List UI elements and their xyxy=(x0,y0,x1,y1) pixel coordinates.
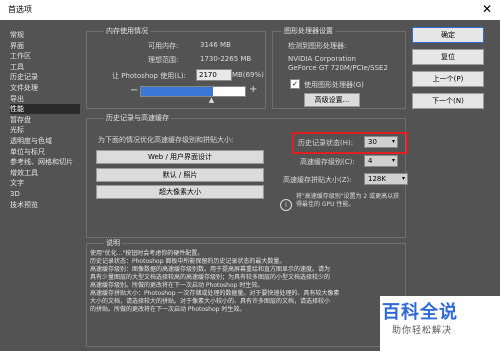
description-line: 的拼贴。所做的更改将在下一次启动 Photoshop 时生效。 xyxy=(90,306,246,313)
memory-use-input[interactable]: 2170 xyxy=(196,69,232,81)
cache-levels-value: 4 xyxy=(368,157,373,165)
preset-web-ui-button[interactable]: Web / 用户界面设计 xyxy=(96,150,264,164)
description-line: 高速缓存级别。所做的更改将在下一次启动 Photoshop 时生效。 xyxy=(90,282,264,289)
cache-levels-label: 高速缓存级别(C): xyxy=(300,158,355,166)
preset-huge-pixel-button[interactable]: 超大像素大小 xyxy=(96,185,264,199)
description-line: 大小的文档，请选择较大的拼贴。对于像素大小较小的、具有许多图层的文档，请选择较小 xyxy=(90,298,331,305)
chevron-down-icon: ▾ xyxy=(401,175,405,182)
sidebar: 常规 界面 工作区 工具 历史记录 文件处理 导出 性能 暂存盘 光标 透明度与色域 单位与标尺 参考线… xyxy=(0,20,82,351)
preset-default-photo-button[interactable]: 默认 / 照片 xyxy=(96,168,264,182)
sidebar-item[interactable]: 工作区 xyxy=(10,51,80,61)
gpu-vendor: NVIDIA Corporation xyxy=(288,55,356,63)
sidebar-item[interactable]: 3D xyxy=(10,189,80,199)
sidebar-item[interactable]: 性能 xyxy=(10,104,80,115)
watermark-title: 百科全说 xyxy=(382,302,458,323)
minus-icon[interactable]: − xyxy=(130,85,138,96)
sidebar-item[interactable]: 参考线、网格和切片 xyxy=(10,157,80,167)
sidebar-item[interactable]: 工具 xyxy=(10,62,80,72)
optimize-label: 为下面的情况优化高速缓存级别和拼贴大小: xyxy=(98,136,234,144)
gpu-performance-note: 将"高速缓存级别"设置为 2 或更高以获得最佳的 GPU 性能。 xyxy=(296,193,400,208)
ideal-range-label: 理想范围: xyxy=(148,56,179,64)
memory-usage-fill xyxy=(141,87,213,96)
gpu-model: GeForce GT 720M/PCIe/SSE2 xyxy=(288,64,388,72)
previous-button[interactable]: 上一个(P) xyxy=(412,71,484,87)
description-line: 具有少量图层的大型文档选择较高的高速缓存级别；为具有较多图层的小型文档选择较少的 xyxy=(90,274,331,281)
tile-size-value: 128K xyxy=(368,175,386,183)
chevron-down-icon: ▾ xyxy=(391,157,395,164)
sidebar-item[interactable]: 单位与标尺 xyxy=(10,147,80,157)
sidebar-item[interactable]: 文件处理 xyxy=(10,83,80,93)
description-line: 使用"优化..."按钮时会考虑你的硬件配置。 xyxy=(90,250,204,257)
next-button[interactable]: 下一个(N) xyxy=(412,93,484,109)
tile-size-label: 高速缓存拼贴大小(Z): xyxy=(283,176,352,184)
close-icon[interactable]: ✕ xyxy=(482,2,492,16)
description-line: 高速缓存级别：图像数据的高速缓存级别数。用于提高屏幕重绘和直方图显示的速度。请为 xyxy=(90,266,331,273)
description-line: 历史记录状态：Photoshop 面板中所能保留的历史记录状态的最大数量。 xyxy=(90,258,286,265)
title-bar: 首选项 ✕ xyxy=(0,0,500,20)
window-title: 首选项 xyxy=(8,5,32,14)
slider-handle-icon[interactable]: ▲ xyxy=(209,96,214,104)
sidebar-item[interactable]: 光标 xyxy=(10,125,80,135)
ideal-range-value: 1730-2265 MB xyxy=(200,55,252,63)
history-cache-title: 历史记录与高速缓存 xyxy=(104,113,171,123)
sidebar-item[interactable]: 常规 xyxy=(10,30,80,40)
use-gpu-checkbox[interactable]: ✓ xyxy=(290,79,300,89)
sidebar-item[interactable]: 文字 xyxy=(10,178,80,188)
available-memory-label: 可用内存: xyxy=(148,42,179,50)
gpu-detected-label: 检测到图形处理器: xyxy=(288,42,347,50)
memory-use-unit: MB(69%) xyxy=(232,71,264,79)
advanced-settings-button[interactable]: 高级设置... xyxy=(304,93,360,107)
photoshop-use-label: 让 Photoshop 使用(L): xyxy=(112,72,186,80)
sidebar-item[interactable]: 透明度与色域 xyxy=(10,136,80,146)
ok-button[interactable]: 确定 xyxy=(412,27,484,43)
sidebar-item[interactable]: 技术预览 xyxy=(10,200,80,210)
sidebar-item[interactable]: 增效工具 xyxy=(10,168,80,178)
sidebar-item[interactable]: 导出 xyxy=(10,94,80,104)
reset-button[interactable]: 复位 xyxy=(412,49,484,65)
description-line: 高速缓存拼贴大小：Photoshop 一次存储或处理的数据量。对于要快速处理的、… xyxy=(90,290,340,297)
cache-levels-select[interactable]: 4 ▾ xyxy=(364,155,398,167)
info-icon: i xyxy=(280,199,292,211)
memory-usage-slider[interactable] xyxy=(140,86,246,97)
sidebar-item[interactable]: 界面 xyxy=(10,41,80,51)
sidebar-item[interactable]: 历史记录 xyxy=(10,72,80,82)
available-memory-value: 3146 MB xyxy=(200,41,231,49)
description-text: 使用"优化..."按钮时会考虑你的硬件配置。 历史记录状态：Photoshop 面… xyxy=(90,250,402,314)
history-states-highlight xyxy=(292,132,408,154)
plus-icon[interactable]: + xyxy=(249,84,257,95)
watermark-subtitle: 助你轻松解决 xyxy=(392,326,453,336)
use-gpu-label: 使用图形处理器(G) xyxy=(304,81,364,89)
sidebar-item[interactable]: 暂存盘 xyxy=(10,115,80,125)
gpu-panel-title: 图形处理器设置 xyxy=(282,26,335,36)
description-title: 说明 xyxy=(104,238,122,248)
tile-size-select[interactable]: 128K ▾ xyxy=(364,173,408,185)
memory-panel-title: 内存使用情况 xyxy=(104,26,150,36)
